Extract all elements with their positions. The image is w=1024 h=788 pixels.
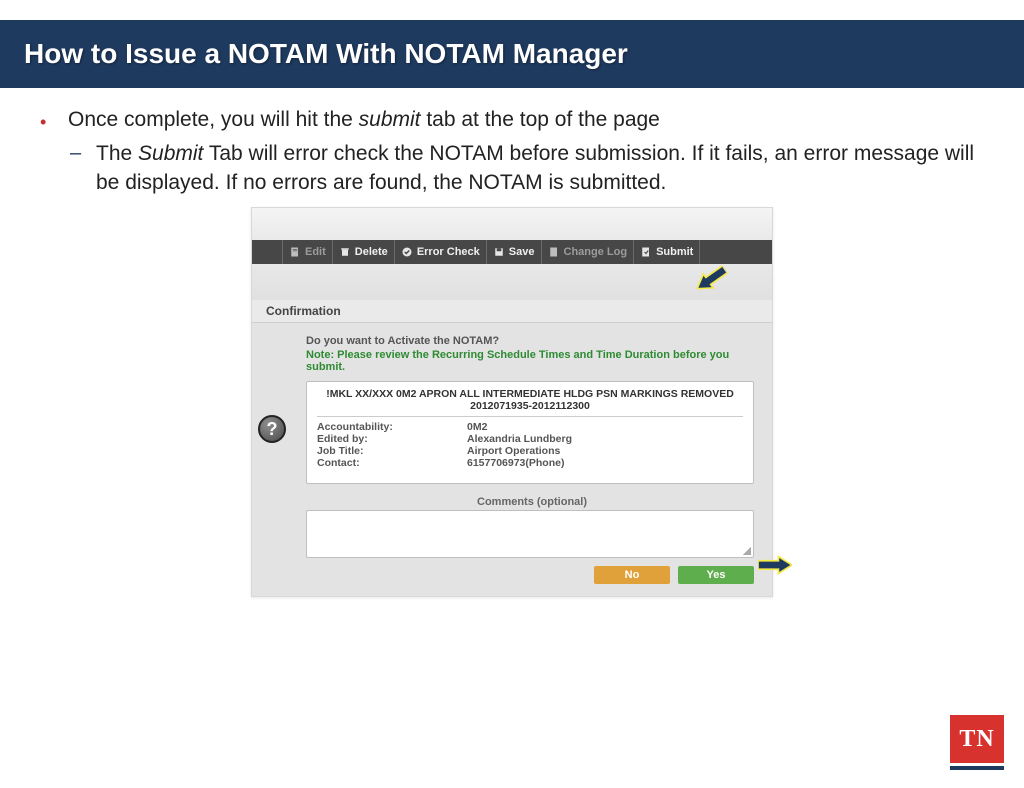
check-icon bbox=[401, 246, 413, 258]
embedded-screenshot: Edit Delete Error Check Save Change Log … bbox=[251, 207, 773, 597]
bullet-post: tab at the top of the page bbox=[421, 108, 660, 131]
error-check-button[interactable]: Error Check bbox=[394, 240, 486, 264]
tn-logo-text: TN bbox=[950, 715, 1004, 763]
tn-logo-bar bbox=[950, 766, 1004, 770]
submit-button[interactable]: Submit bbox=[633, 240, 700, 264]
notam-text: !MKL XX/XXX 0M2 APRON ALL INTERMEDIATE H… bbox=[317, 388, 743, 400]
confirmation-dialog: ? Do you want to Activate the NOTAM? Not… bbox=[252, 323, 772, 596]
arrow-annotation-yes bbox=[758, 554, 792, 576]
delete-label: Delete bbox=[355, 246, 388, 258]
delete-button[interactable]: Delete bbox=[332, 240, 394, 264]
review-note: Note: Please review the Recurring Schedu… bbox=[306, 349, 758, 373]
bullet-em: submit bbox=[359, 108, 421, 131]
save-icon bbox=[493, 246, 505, 258]
change-log-label: Change Log bbox=[564, 246, 628, 258]
save-button[interactable]: Save bbox=[486, 240, 541, 264]
save-label: Save bbox=[509, 246, 535, 258]
comments-label: Comments (optional) bbox=[306, 496, 758, 508]
screenshot-header-pad bbox=[252, 208, 772, 240]
bullet-pre: Once complete, you will hit the bbox=[68, 108, 359, 131]
contact-label: Contact: bbox=[317, 457, 467, 469]
edited-by-value: Alexandria Lundberg bbox=[467, 433, 572, 445]
resize-handle-icon bbox=[743, 547, 751, 555]
dialog-button-row: No Yes bbox=[266, 566, 754, 584]
edit-icon bbox=[289, 246, 301, 258]
accountability-value: 0M2 bbox=[467, 421, 487, 433]
edit-button[interactable]: Edit bbox=[282, 240, 332, 264]
submit-icon bbox=[640, 246, 652, 258]
toolbar: Edit Delete Error Check Save Change Log … bbox=[252, 240, 772, 264]
job-title-label: Job Title: bbox=[317, 445, 467, 457]
slide-title: How to Issue a NOTAM With NOTAM Manager bbox=[0, 20, 1024, 88]
contact-value: 6157706973(Phone) bbox=[467, 457, 564, 469]
slide-body: • Once complete, you will hit the submit… bbox=[0, 88, 1024, 197]
tn-logo: TN bbox=[950, 715, 1004, 770]
sub-bullet-marker: – bbox=[68, 140, 96, 197]
error-check-label: Error Check bbox=[417, 246, 480, 258]
yes-button[interactable]: Yes bbox=[678, 566, 754, 584]
notam-details-panel: !MKL XX/XXX 0M2 APRON ALL INTERMEDIATE H… bbox=[306, 381, 754, 484]
accountability-label: Accountability: bbox=[317, 421, 467, 433]
sub-em: Submit bbox=[138, 142, 203, 165]
help-icon[interactable]: ? bbox=[258, 415, 286, 443]
trash-icon bbox=[339, 246, 351, 258]
no-button[interactable]: No bbox=[594, 566, 670, 584]
notam-dates: 2012071935-2012112300 bbox=[317, 400, 743, 417]
edited-by-label: Edited by: bbox=[317, 433, 467, 445]
activate-question: Do you want to Activate the NOTAM? bbox=[306, 335, 758, 347]
change-log-button[interactable]: Change Log bbox=[541, 240, 634, 264]
log-icon bbox=[548, 246, 560, 258]
job-title-value: Airport Operations bbox=[467, 445, 560, 457]
sub-post: Tab will error check the NOTAM before su… bbox=[96, 142, 974, 193]
bullet-text: Once complete, you will hit the submit t… bbox=[68, 106, 984, 197]
comments-textarea[interactable] bbox=[306, 510, 754, 558]
sub-pre: The bbox=[96, 142, 138, 165]
edit-label: Edit bbox=[305, 246, 326, 258]
submit-label: Submit bbox=[656, 246, 693, 258]
confirmation-heading: Confirmation bbox=[252, 300, 772, 323]
toolbar-gap bbox=[252, 264, 772, 300]
bullet-marker: • bbox=[40, 106, 68, 197]
sub-bullet-text: The Submit Tab will error check the NOTA… bbox=[96, 140, 984, 197]
